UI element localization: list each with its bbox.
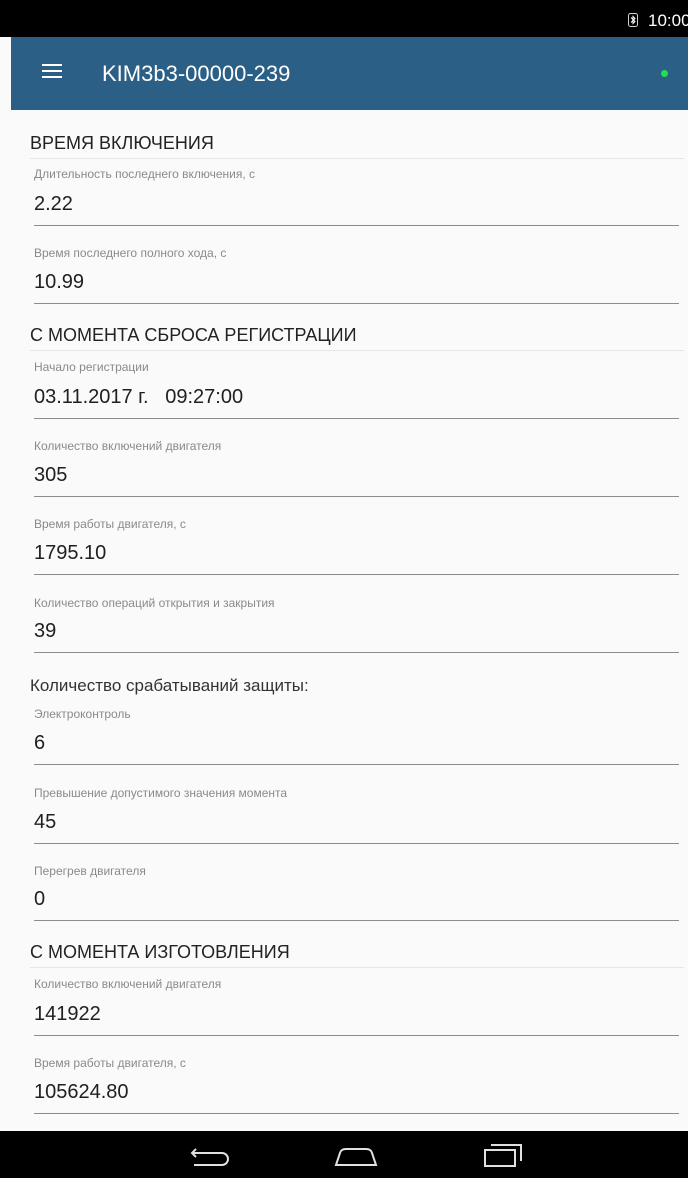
field-label-motor-overheat: Перегрев двигателя (34, 864, 146, 878)
field-label-last-full-stroke-time: Время последнего полного хода, с (34, 246, 227, 260)
recents-icon[interactable] (471, 1139, 531, 1171)
field-label-motor-runtime-total: Время работы двигателя, с (34, 1056, 186, 1070)
field-label-motor-starts-total: Количество включений двигателя (34, 977, 222, 991)
field-label-registration-start: Начало регистрации (34, 360, 149, 374)
field-value-registration-start[interactable]: 03.11.2017 г. 09:27:00 (34, 384, 679, 419)
field-value-open-close-operations[interactable]: 39 (34, 618, 679, 653)
field-value-motor-starts-total[interactable]: 141922 (34, 1001, 679, 1036)
section-header-since-manufacture: С МОМЕНТА ИЗГОТОВЛЕНИЯ (30, 941, 684, 968)
field-value-motor-overheat[interactable]: 0 (34, 886, 679, 921)
app-screen: 10:00 KIM3b3-00000-239 ВРЕМЯ ВКЛЮЧЕНИЯ Д… (0, 0, 688, 1178)
home-icon[interactable] (326, 1139, 386, 1171)
field-value-last-on-duration[interactable]: 2.22 (34, 191, 679, 226)
field-label-electrocontrol: Электроконтроль (34, 707, 131, 721)
app-bar: KIM3b3-00000-239 (11, 37, 688, 110)
status-bar: 10:00 (0, 0, 688, 37)
section-header-power-on: ВРЕМЯ ВКЛЮЧЕНИЯ (30, 132, 684, 159)
field-value-last-full-stroke-time[interactable]: 10.99 (34, 269, 679, 304)
status-time: 10:00 (648, 11, 688, 30)
protection-trips-label: Количество срабатываний защиты: (30, 676, 309, 695)
field-label-torque-exceeded: Превышение допустимого значения момента (34, 786, 288, 800)
field-value-motor-runtime-total[interactable]: 105624.80 (34, 1079, 679, 1114)
bluetooth-icon (628, 13, 638, 27)
connection-status-dot (661, 70, 668, 77)
field-label-motor-runtime: Время работы двигателя, с (34, 517, 186, 531)
menu-icon[interactable] (42, 64, 62, 80)
back-icon[interactable] (182, 1139, 242, 1171)
field-label-open-close-operations: Количество операций открытия и закрытия (34, 596, 275, 610)
field-label-last-on-duration: Длительность последнего включения, с (34, 167, 256, 181)
navigation-bar (0, 1131, 688, 1178)
field-value-torque-exceeded[interactable]: 45 (34, 809, 679, 844)
field-value-motor-runtime[interactable]: 1795.10 (34, 540, 679, 575)
field-value-motor-starts[interactable]: 305 (34, 462, 679, 497)
field-value-electrocontrol[interactable]: 6 (34, 730, 679, 765)
content-scroll-area[interactable]: ВРЕМЯ ВКЛЮЧЕНИЯ Длительность последнего … (0, 110, 688, 1131)
app-title: KIM3b3-00000-239 (102, 61, 291, 86)
field-label-motor-starts: Количество включений двигателя (34, 439, 222, 453)
section-header-since-reset: С МОМЕНТА СБРОСА РЕГИСТРАЦИИ (30, 324, 684, 351)
